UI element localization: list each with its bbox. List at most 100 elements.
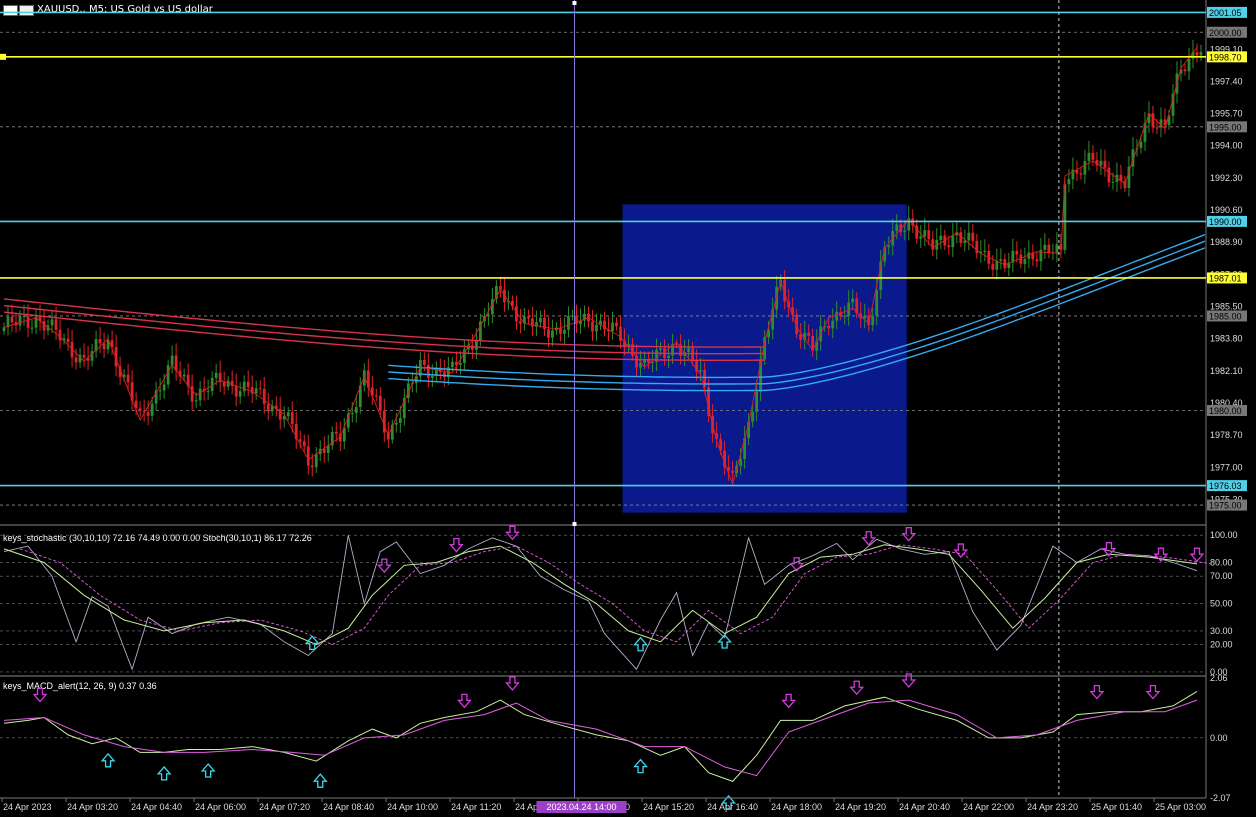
candle-body <box>10 316 14 323</box>
candle-body <box>1023 258 1027 264</box>
time-tick-label: 24 Apr 18:00 <box>771 802 822 812</box>
candle-body <box>807 332 811 337</box>
candle-body <box>246 381 250 388</box>
candle-body <box>302 441 306 447</box>
price-chart[interactable]: keys_stochastic (30,10,10) 72.16 74.49 0… <box>0 0 1256 817</box>
price-level-label: 2000.00 <box>1209 28 1242 38</box>
down-arrow-icon <box>456 693 472 709</box>
candle-body <box>1151 113 1155 128</box>
candle-body <box>394 422 398 425</box>
candle-body <box>254 388 258 394</box>
down-arrow-icon <box>953 543 969 559</box>
price-level-label: 1987.01 <box>1209 273 1242 283</box>
down-arrow-icon <box>505 676 520 691</box>
stochastic-tick-label: 50.00 <box>1210 599 1233 609</box>
candle-body <box>1187 58 1191 72</box>
crosshair-time-label: 2023.04.24 14:00 <box>546 802 616 812</box>
candle-body <box>967 232 971 241</box>
candle-body <box>751 411 755 422</box>
candle-body <box>903 230 907 232</box>
candle-body <box>875 290 879 316</box>
candle-body <box>539 317 542 323</box>
candle-body <box>58 329 62 341</box>
candle-body <box>310 465 314 468</box>
candle-body <box>1103 160 1107 168</box>
stochastic-tick-label: 20.00 <box>1210 640 1233 650</box>
candle-body <box>1055 244 1059 253</box>
price-tick-label: 1997.40 <box>1210 76 1243 86</box>
candle-body <box>286 412 290 417</box>
candle-body <box>1183 69 1187 72</box>
candle-body <box>1107 167 1111 183</box>
price-tick-label: 1985.50 <box>1210 302 1243 312</box>
price-level-label: 1975.00 <box>1209 501 1242 511</box>
candle-body <box>851 298 855 303</box>
candle-body <box>214 372 218 378</box>
down-arrow-icon <box>505 525 520 541</box>
down-arrow-icon <box>1189 547 1205 563</box>
price-level-label: 1990.00 <box>1209 217 1242 227</box>
stochastic-label: keys_stochastic (30,10,10) 72.16 74.49 0… <box>3 533 312 543</box>
candle-body <box>66 338 70 343</box>
candle-body <box>290 412 294 424</box>
crosshair-handle[interactable] <box>572 522 577 526</box>
candle-body <box>430 375 434 378</box>
level-handle[interactable] <box>0 53 6 60</box>
candle-body <box>1087 152 1091 161</box>
price-tick-label: 1992.30 <box>1210 173 1243 183</box>
candle-body <box>731 470 735 473</box>
candle-body <box>923 230 927 237</box>
candle-body <box>659 348 662 350</box>
candle-body <box>1199 51 1203 56</box>
candle-body <box>999 259 1003 261</box>
up-arrow-icon <box>633 758 648 774</box>
candle-body <box>843 315 847 317</box>
candle-body <box>234 386 238 397</box>
candle-body <box>971 232 975 241</box>
candle-body <box>238 391 242 397</box>
candle-body <box>575 315 578 325</box>
macd-label: keys_MACD_alert(12, 26, 9) 0.37 0.36 <box>3 681 157 691</box>
candle-body <box>350 413 354 415</box>
price-level-label: 1998.70 <box>1209 52 1242 62</box>
candle-body <box>563 329 566 334</box>
time-tick-label: 24 Apr 19:20 <box>835 802 886 812</box>
candle-body <box>939 235 943 241</box>
candle-body <box>1015 250 1019 255</box>
candle-body <box>1111 181 1115 183</box>
time-tick-label: 24 Apr 11:20 <box>451 802 501 812</box>
candle-body <box>422 359 426 365</box>
candle-body <box>354 407 358 414</box>
crosshair-handle[interactable] <box>572 1 577 5</box>
time-tick-label: 25 Apr 01:40 <box>1091 802 1142 812</box>
candle-body <box>1067 179 1071 185</box>
price-level-label: 1976.03 <box>1209 481 1242 491</box>
candle-body <box>298 439 302 442</box>
candle-body <box>398 418 402 423</box>
time-tick-label: 24 Apr 15:20 <box>643 802 694 812</box>
price-level-label: 2001.05 <box>1209 8 1242 18</box>
candle-body <box>26 316 30 328</box>
stochastic-tick-label: 30.00 <box>1210 626 1233 636</box>
stochastic-tick-label: 100.00 <box>1210 530 1238 540</box>
candle-body <box>567 315 570 330</box>
candle-body <box>739 459 743 466</box>
candle-body <box>306 446 310 466</box>
candle-body <box>1155 127 1159 129</box>
candle-body <box>611 322 614 332</box>
candle-body <box>863 315 867 319</box>
price-level-label: 1980.00 <box>1209 406 1242 416</box>
candle-body <box>519 321 522 324</box>
candle-body <box>995 260 999 270</box>
candle-body <box>1091 152 1095 160</box>
candle-body <box>919 236 923 239</box>
candle-body <box>871 315 875 326</box>
candle-body <box>222 382 226 387</box>
up-arrow-icon <box>312 773 328 788</box>
candle-body <box>50 319 54 326</box>
candle-body <box>699 369 702 372</box>
macd-tick-label: 2.06 <box>1210 673 1228 683</box>
candle-body <box>1003 259 1007 269</box>
candle-body <box>102 343 106 350</box>
candle-body <box>458 362 462 365</box>
